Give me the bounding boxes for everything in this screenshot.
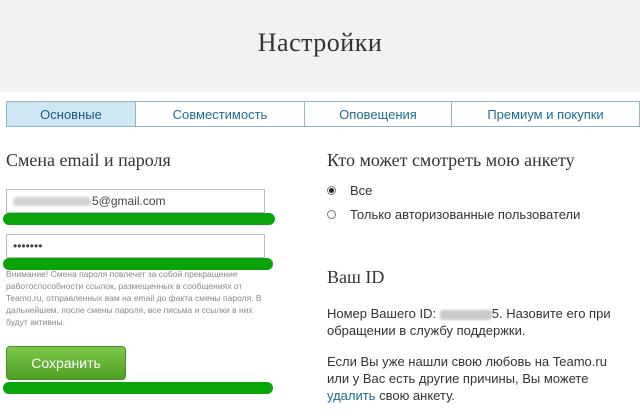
radio-button[interactable]: [327, 186, 336, 195]
radio-option-authorized[interactable]: Только авторизованные пользователи: [327, 207, 580, 222]
page-header: Настройки: [0, 0, 640, 92]
radio-label: Только авторизованные пользователи: [350, 207, 581, 222]
id-prefix: Номер Вашего ID:: [327, 306, 437, 321]
tab-compatibility[interactable]: Совместимость: [135, 102, 304, 126]
redacted-email: [13, 197, 91, 207]
your-id-title: Ваш ID: [327, 267, 385, 287]
radio-option-all[interactable]: Все: [327, 183, 372, 198]
password-value: •••••••: [13, 239, 43, 253]
highlight-mark: [3, 213, 275, 225]
settings-tabs: Основные Совместимость Оповещения Премиу…: [6, 101, 640, 127]
id-paragraph: Номер Вашего ID: 5. Назовите его при обр…: [327, 305, 632, 339]
delete-text-end: свою анкету.: [375, 388, 455, 403]
privacy-title: Кто может смотреть мою анкету: [327, 150, 575, 170]
email-password-title: Смена email и пароля: [6, 150, 171, 170]
highlight-mark: [3, 382, 273, 394]
password-field[interactable]: •••••••: [6, 234, 265, 258]
save-button[interactable]: Сохранить: [6, 346, 126, 380]
id-tail: 5: [491, 306, 499, 321]
tab-notifications[interactable]: Оповещения: [304, 102, 451, 126]
email-field[interactable]: 5@gmail.com: [6, 189, 265, 213]
radio-button[interactable]: [327, 210, 336, 219]
delete-profile-link[interactable]: удалить: [327, 388, 375, 403]
password-warning: Внимание! Смена пароля повлечет за собой…: [6, 269, 262, 327]
tab-premium[interactable]: Премиум и покупки: [451, 102, 639, 126]
email-value: 5@gmail.com: [92, 194, 166, 208]
delete-text: Если Вы уже нашли свою любовь на Teamo.r…: [327, 354, 607, 386]
page-title: Настройки: [257, 28, 383, 57]
redacted-id: [439, 309, 492, 320]
delete-paragraph: Если Вы уже нашли свою любовь на Teamo.r…: [327, 353, 632, 404]
tab-general[interactable]: Основные: [7, 102, 135, 126]
radio-label: Все: [350, 183, 373, 198]
